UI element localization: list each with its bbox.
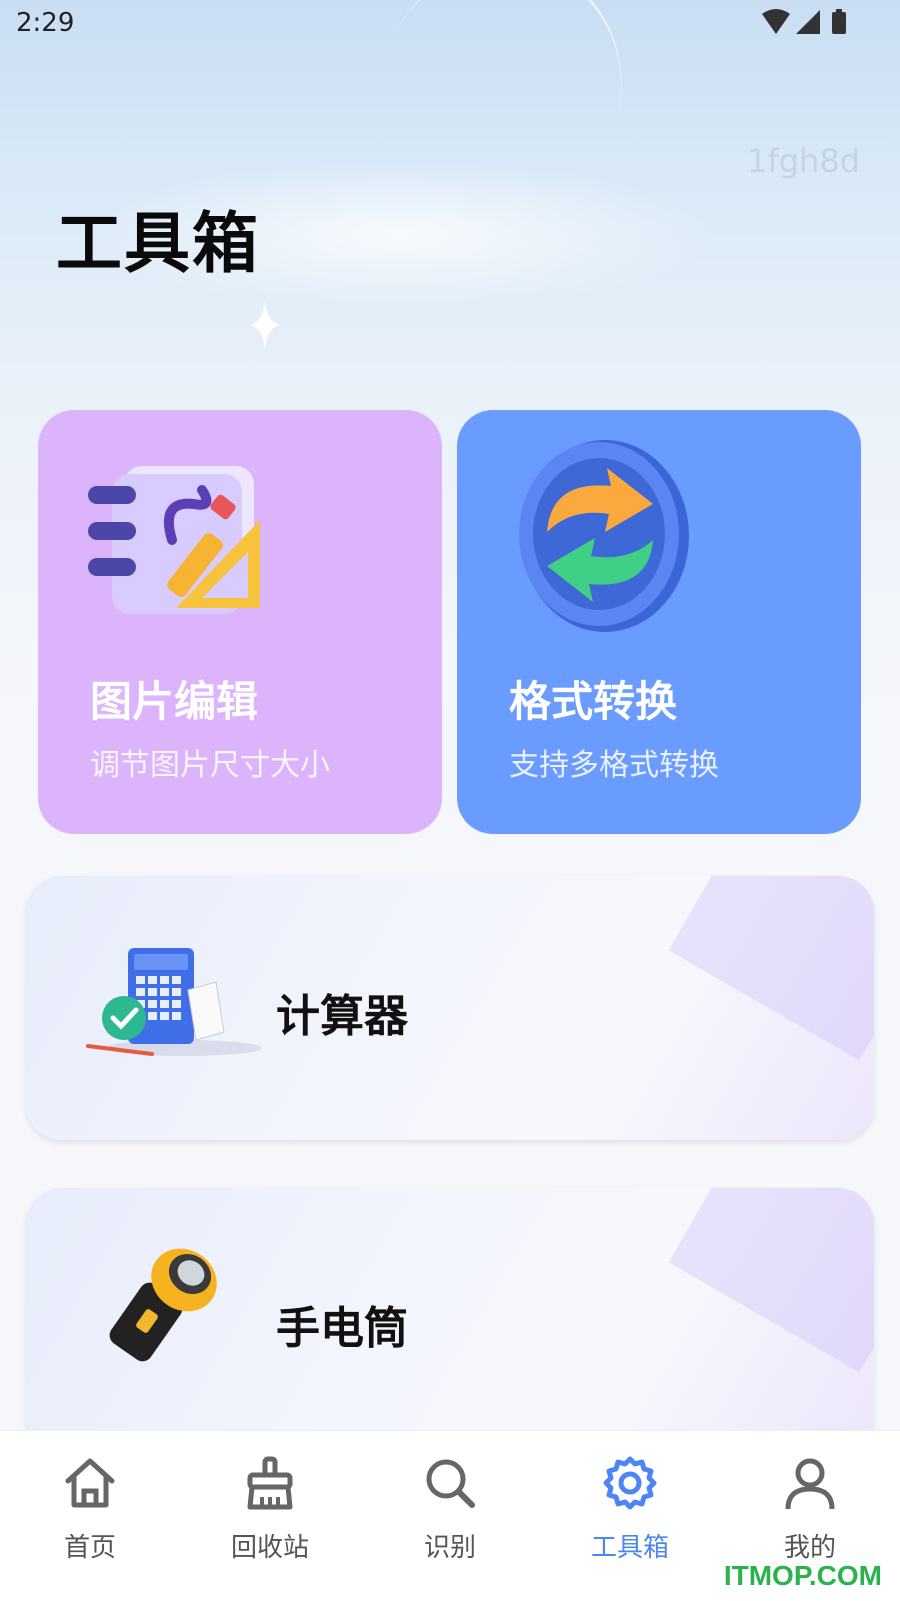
image-edit-card[interactable]: 图片编辑 调节图片尺寸大小 <box>38 410 442 834</box>
watermark-text: 1fgh8d <box>747 142 860 180</box>
tab-recognize[interactable]: 识别 <box>360 1431 540 1601</box>
status-icons <box>762 9 846 34</box>
card-decoration <box>668 1188 874 1373</box>
search-icon <box>426 1459 475 1508</box>
tab-recycle-label: 回收站 <box>230 1533 309 1563</box>
user-icon <box>785 1458 835 1510</box>
tab-toolbox[interactable]: 工具箱 <box>540 1431 720 1601</box>
broom-icon <box>247 1456 293 1510</box>
sparkle-icon <box>250 300 280 350</box>
home-icon <box>65 1458 115 1508</box>
gear-icon <box>603 1456 657 1510</box>
format-convert-subtitle: 支持多格式转换 <box>509 748 719 783</box>
flashlight-icon <box>109 1248 217 1362</box>
flashlight-card[interactable]: 手电筒 <box>26 1188 874 1452</box>
page-title: 工具箱 <box>56 205 260 282</box>
format-convert-title: 格式转换 <box>509 677 678 726</box>
format-convert-card[interactable]: 格式转换 支持多格式转换 <box>457 410 861 834</box>
image-edit-icon <box>88 466 260 614</box>
calculator-icon <box>86 948 262 1056</box>
image-edit-title: 图片编辑 <box>90 677 259 726</box>
tab-recycle[interactable]: 回收站 <box>180 1431 360 1601</box>
card-decoration <box>668 876 874 1061</box>
tab-home[interactable]: 首页 <box>0 1431 180 1601</box>
calculator-card[interactable]: 计算器 <box>26 876 874 1140</box>
image-edit-subtitle: 调节图片尺寸大小 <box>90 748 330 783</box>
battery-icon <box>832 9 846 34</box>
format-convert-icon <box>519 440 689 632</box>
flashlight-title: 手电筒 <box>276 1303 408 1354</box>
calculator-title: 计算器 <box>276 991 408 1042</box>
tab-mine-label: 我的 <box>783 1533 836 1563</box>
tab-toolbox-label: 工具箱 <box>590 1533 669 1563</box>
wifi-icon <box>762 9 790 34</box>
tab-recognize-label: 识别 <box>423 1533 476 1563</box>
corner-brand-watermark: ITMOP.COM <box>723 1560 882 1591</box>
status-time: 2:29 <box>16 8 75 38</box>
signal-icon <box>796 10 820 34</box>
tab-home-label: 首页 <box>63 1533 116 1563</box>
